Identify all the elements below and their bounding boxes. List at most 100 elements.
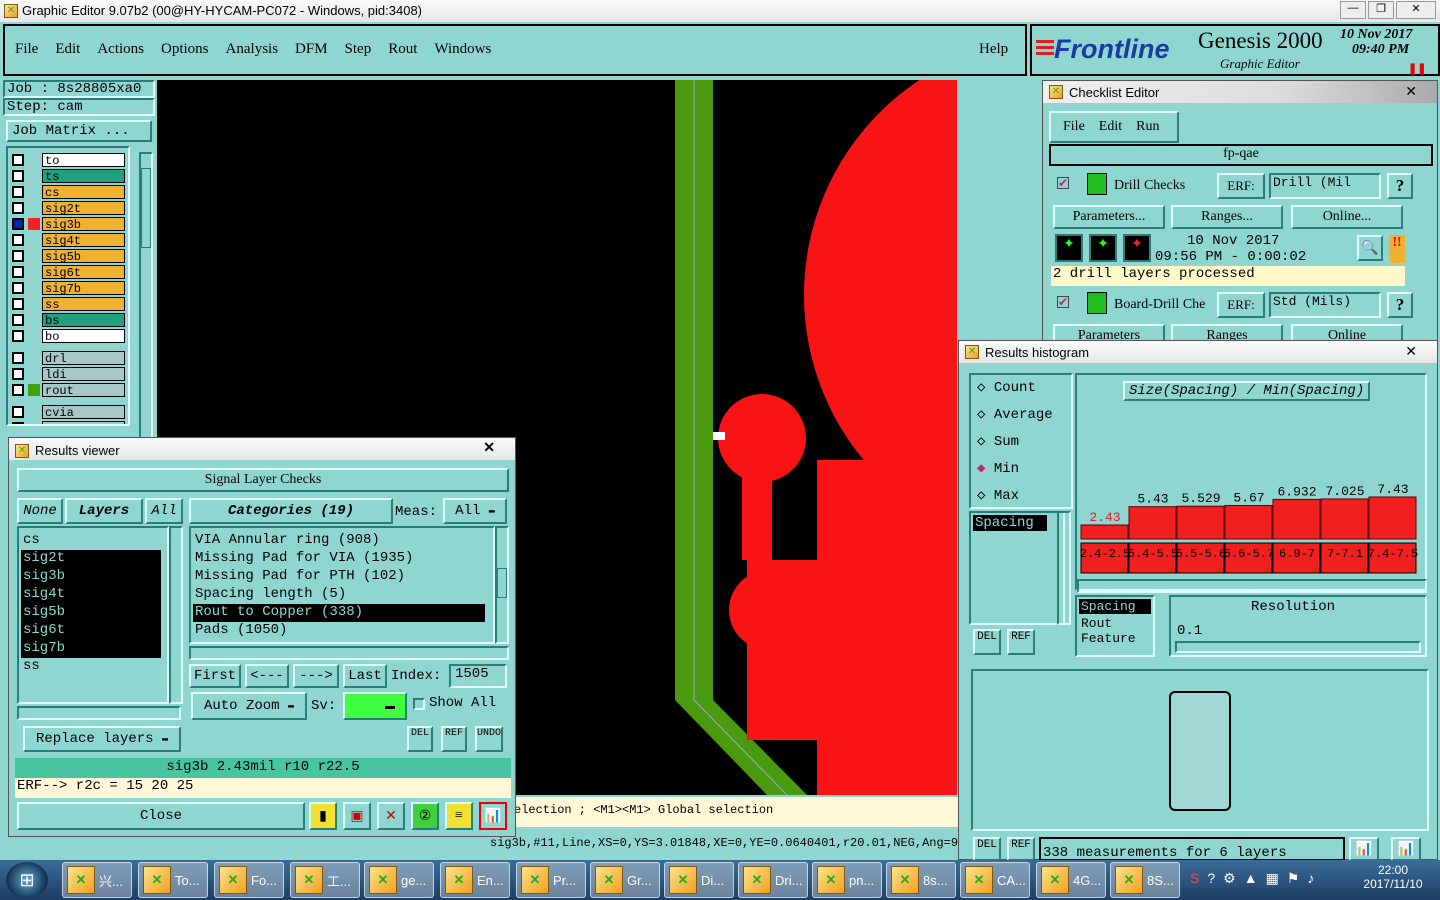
- taskbar-item[interactable]: ✕ To...: [138, 862, 208, 898]
- layer-row[interactable]: sig6t: [8, 264, 128, 280]
- hist-del-button-2[interactable]: DEL: [973, 837, 1001, 861]
- result-layer-item[interactable]: cs: [21, 532, 161, 550]
- histogram-hscroll[interactable]: [1077, 579, 1427, 593]
- taskbar-item[interactable]: ✕ Di...: [664, 862, 734, 898]
- prev-button[interactable]: <---: [245, 664, 289, 688]
- layer-row[interactable]: cvia: [8, 404, 128, 420]
- histogram-bar[interactable]: [1368, 496, 1417, 540]
- layer-row[interactable]: ts: [8, 168, 128, 184]
- histogram-bar[interactable]: [1272, 498, 1321, 540]
- layer-checkbox[interactable]: [12, 218, 24, 230]
- layer-checkbox[interactable]: [12, 384, 24, 396]
- layer-row[interactable]: sig2t: [8, 200, 128, 216]
- taskbar-item[interactable]: ✕ CA...: [960, 862, 1030, 898]
- layer-checkbox[interactable]: [12, 250, 24, 262]
- layer-row[interactable]: bs: [8, 312, 128, 328]
- none-button[interactable]: None: [17, 498, 63, 524]
- category-item[interactable]: Rout to Copper (338): [193, 604, 485, 622]
- next-button[interactable]: --->: [293, 664, 339, 688]
- flag-tray-icon[interactable]: ⚑: [1287, 870, 1300, 887]
- layer-row[interactable]: tp: [8, 420, 128, 424]
- category-item[interactable]: Pads (1050): [193, 622, 485, 640]
- taskbar-item[interactable]: ✕ 工...: [290, 862, 360, 898]
- result-layer-item[interactable]: sig7b: [21, 640, 161, 658]
- drill-params-button[interactable]: Parameters...: [1053, 205, 1165, 229]
- board-erf-value[interactable]: Std (Mils): [1269, 292, 1381, 318]
- layer-checkbox[interactable]: [12, 234, 24, 246]
- mode-average[interactable]: ◇ Average: [977, 406, 1053, 423]
- result-layer-item[interactable]: ss: [21, 658, 161, 676]
- layer-row[interactable]: cs: [8, 184, 128, 200]
- menu-actions[interactable]: Actions: [97, 41, 144, 58]
- histogram-bar[interactable]: [1080, 524, 1129, 540]
- drill-erf-button[interactable]: ERF:: [1217, 173, 1265, 199]
- category-item[interactable]: Missing Pad for PTH (102): [193, 568, 485, 586]
- hist-ref-button[interactable]: REF: [1007, 629, 1035, 655]
- layer-checkbox[interactable]: [12, 282, 24, 294]
- result-layer-item[interactable]: sig4t: [21, 586, 161, 604]
- layer-row[interactable]: ldi: [8, 366, 128, 382]
- drill-erf-value[interactable]: Drill (Mil: [1269, 173, 1381, 199]
- index-input[interactable]: 1505: [449, 664, 507, 688]
- hist-ref-button-2[interactable]: REF: [1007, 837, 1035, 861]
- result-layer-item[interactable]: sig2t: [21, 550, 161, 568]
- taskbar-item[interactable]: ✕ pn...: [812, 862, 882, 898]
- histogram-icon[interactable]: 📊: [479, 802, 507, 830]
- layer-checkbox[interactable]: [12, 330, 24, 342]
- histogram-bar[interactable]: [1128, 506, 1177, 540]
- drill-ranges-button[interactable]: Ranges...: [1171, 205, 1283, 229]
- taskbar-item[interactable]: ✕ Fo...: [214, 862, 284, 898]
- category-scrollbar[interactable]: [495, 526, 509, 644]
- menu-step[interactable]: Step: [345, 41, 372, 58]
- menu-analysis[interactable]: Analysis: [226, 41, 279, 58]
- erf-off-icon[interactable]: ✕: [377, 802, 405, 830]
- viewer-close-icon[interactable]: ✕: [483, 439, 495, 456]
- measure-scrollbar[interactable]: [1057, 511, 1071, 625]
- category-item[interactable]: Missing Pad for VIA (1935): [193, 550, 485, 568]
- checklist-menu-edit[interactable]: Edit: [1099, 119, 1122, 135]
- mode-min[interactable]: ◆ Min: [977, 460, 1019, 477]
- bottom-item-feature[interactable]: Feature: [1077, 631, 1153, 646]
- auto-zoom-button[interactable]: Auto Zoom ▬: [191, 692, 307, 720]
- arrow-tray-icon[interactable]: ▲: [1244, 870, 1258, 887]
- checklist-close-icon[interactable]: ✕: [1405, 83, 1417, 100]
- replace-layers-button[interactable]: Replace layers ▬: [23, 726, 181, 752]
- job-matrix-button[interactable]: Job Matrix ...: [6, 120, 152, 142]
- result-layer-item[interactable]: sig5b: [21, 604, 161, 622]
- taskbar-item[interactable]: ✕ ge...: [364, 862, 434, 898]
- chart-icon-2[interactable]: 📊: [1391, 837, 1421, 861]
- resolution-slider[interactable]: [1175, 641, 1421, 653]
- viewer-del-button[interactable]: DEL: [407, 726, 433, 752]
- layer-row[interactable]: to: [8, 152, 128, 168]
- board-erf-button[interactable]: ERF:: [1217, 292, 1265, 318]
- measure-item[interactable]: Spacing: [973, 515, 1047, 531]
- layer-checkbox[interactable]: [12, 186, 24, 198]
- viewer-undo-button[interactable]: UNDO: [475, 726, 503, 752]
- hist-del-button[interactable]: DEL: [973, 629, 1001, 655]
- layer-row[interactable]: drl: [8, 350, 128, 366]
- taskbar-item[interactable]: ✕ 兴...: [62, 862, 132, 898]
- layers-button[interactable]: Layers: [65, 498, 143, 524]
- layer-checkbox[interactable]: [12, 154, 24, 166]
- taskbar-item[interactable]: ✕ Dri...: [738, 862, 808, 898]
- start-button[interactable]: ⊞: [6, 862, 48, 898]
- layer-row[interactable]: sig7b: [8, 280, 128, 296]
- layer-row[interactable]: sig3b: [8, 216, 128, 232]
- bottom-item-rout[interactable]: Rout: [1077, 616, 1153, 631]
- layer-result-scrollbar[interactable]: [169, 526, 183, 704]
- categories-button[interactable]: Categories (19): [189, 498, 393, 524]
- drill-check-checkbox[interactable]: ✔: [1057, 177, 1069, 189]
- mode-max[interactable]: ◇ Max: [977, 487, 1019, 504]
- menu-dfm[interactable]: DFM: [295, 41, 328, 58]
- menu-help[interactable]: Help: [979, 41, 1008, 58]
- layer-row[interactable]: ss: [8, 296, 128, 312]
- layer-row[interactable]: rout: [8, 382, 128, 398]
- report-icon[interactable]: ▣: [343, 802, 371, 830]
- close-icon[interactable]: ✕: [1396, 1, 1436, 19]
- run-all-icon[interactable]: ✦: [1089, 234, 1117, 262]
- histogram-close-icon[interactable]: ✕: [1405, 343, 1417, 360]
- menu-windows[interactable]: Windows: [434, 41, 491, 58]
- histogram-bar[interactable]: [1224, 505, 1273, 540]
- chart-icon[interactable]: 📊: [1349, 837, 1379, 861]
- taskbar-item[interactable]: ✕ 8S...: [1110, 862, 1180, 898]
